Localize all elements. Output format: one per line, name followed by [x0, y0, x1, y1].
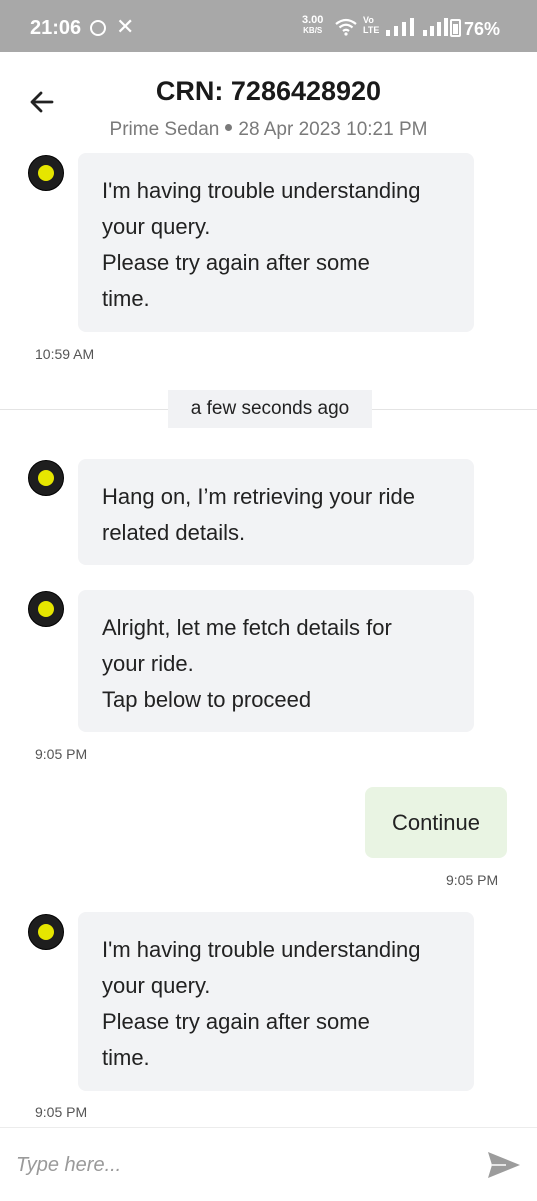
- message-line: related details.: [102, 520, 246, 545]
- message-input[interactable]: [14, 1144, 468, 1186]
- message-line: Tap below to proceed: [102, 687, 312, 712]
- message-line: Please try again after some: [102, 250, 370, 275]
- message-line: your ride.: [102, 651, 194, 676]
- bot-avatar: [28, 155, 64, 191]
- message-timestamp: 9:05 PM: [35, 746, 88, 762]
- message-line: your query.: [102, 973, 211, 998]
- bot-avatar: [28, 591, 64, 627]
- ride-datetime: 28 Apr 2023 10:21 PM: [238, 119, 428, 140]
- status-bar: 21:06 ✕ 3.00 KB/S Vo LTE 76%: [0, 0, 537, 52]
- time-separator-label: a few seconds ago: [168, 390, 372, 428]
- separator-dot: [225, 124, 233, 132]
- send-icon[interactable]: [486, 1150, 522, 1180]
- message-line: time.: [102, 1045, 150, 1070]
- battery-level: 76%: [464, 19, 501, 39]
- volte-bottom: LTE: [363, 25, 380, 35]
- speed-unit: KB/S: [303, 26, 323, 35]
- message-line: Please try again after some: [102, 1009, 370, 1034]
- message-input-bar: [0, 1127, 537, 1201]
- bot-avatar: [28, 914, 64, 950]
- car-type: Prime Sedan: [109, 119, 220, 140]
- volte-top: Vo: [363, 15, 374, 25]
- message-line: Alright, let me fetch details for: [102, 615, 392, 640]
- wifi-icon: [335, 18, 357, 36]
- message-line: your query.: [102, 214, 211, 239]
- message-line: I'm having trouble understanding: [102, 178, 421, 203]
- user-message-continue[interactable]: Continue: [365, 787, 507, 858]
- message-timestamp: 10:59 AM: [35, 346, 95, 362]
- network-speed: 3.00 KB/S: [302, 15, 323, 36]
- signal-sim1-icon: [386, 18, 414, 36]
- message-line: time.: [102, 286, 150, 311]
- chat-header: CRN: 7286428920 Prime Sedan 28 Apr 2023 1…: [0, 52, 537, 148]
- page-title: CRN: 7286428920: [155, 76, 382, 106]
- missed-call-icon: ✕: [116, 14, 135, 39]
- bot-message-bubble: I'm having trouble understanding your qu…: [78, 153, 474, 332]
- message-timestamp: 9:05 PM: [35, 1104, 88, 1120]
- bot-avatar: [28, 460, 64, 496]
- bot-message-bubble: I'm having trouble understanding your qu…: [78, 912, 474, 1091]
- signal-sim2-icon: [423, 18, 448, 36]
- whatsapp-icon: [90, 20, 106, 36]
- message-line: Hang on, I’m retrieving your ride: [102, 484, 416, 509]
- message-timestamp: 9:05 PM: [446, 872, 499, 888]
- volte-indicator: Vo LTE: [363, 15, 379, 35]
- battery-icon: [450, 19, 461, 37]
- bot-message-bubble: Alright, let me fetch details for your r…: [78, 590, 474, 732]
- bot-message-bubble: Hang on, I’m retrieving your ride relate…: [78, 459, 474, 565]
- status-time: 21:06: [30, 17, 82, 39]
- ride-subtitle: Prime Sedan 28 Apr 2023 10:21 PM: [0, 119, 537, 141]
- message-line: I'm having trouble understanding: [102, 937, 421, 962]
- speed-value: 3.00: [302, 14, 324, 26]
